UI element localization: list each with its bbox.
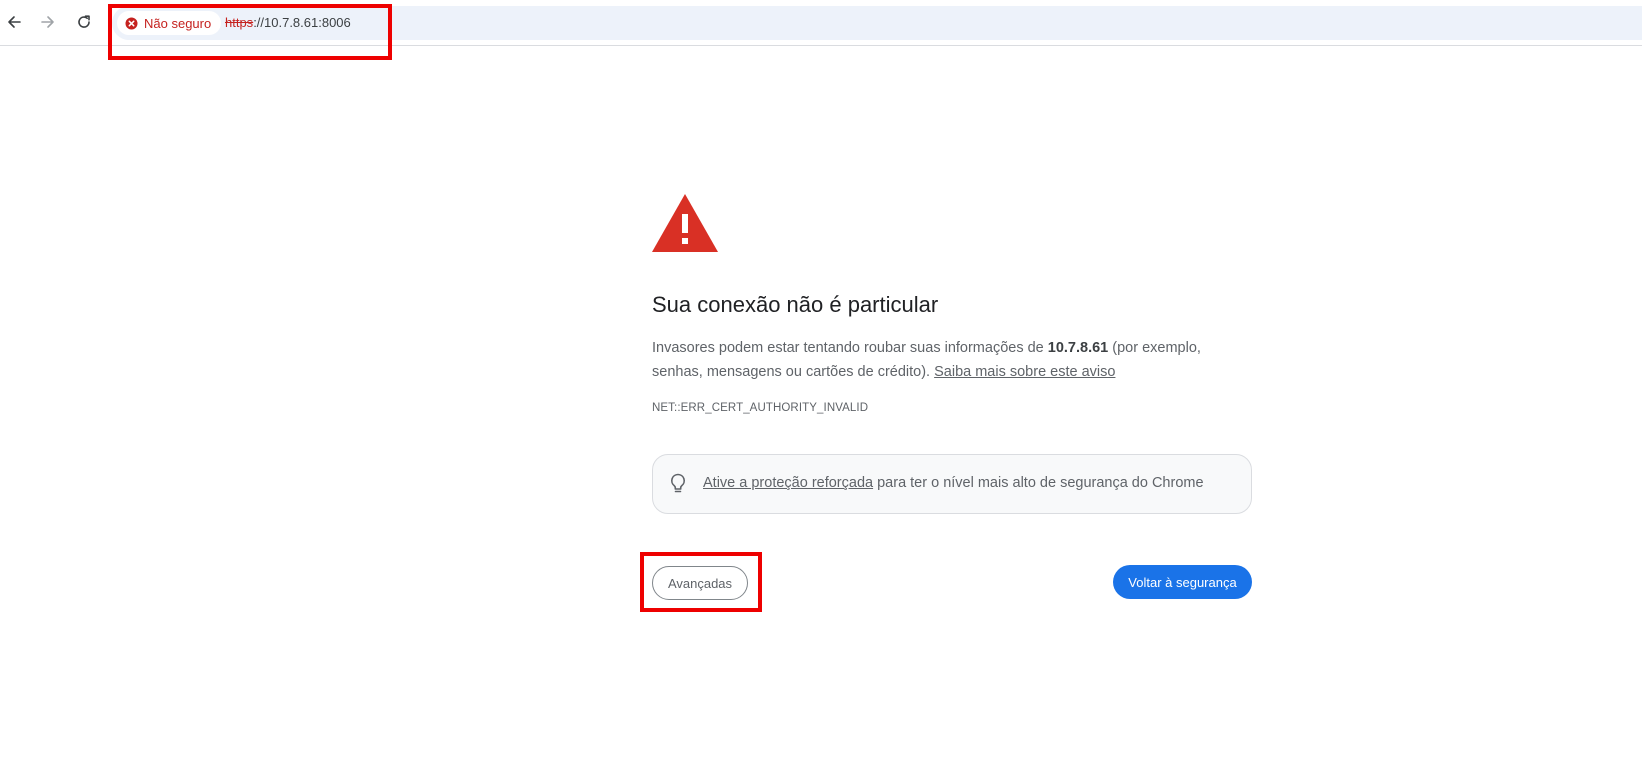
explanation-text-1: Invasores podem estar tentando roubar su…	[652, 340, 1048, 356]
reload-icon	[78, 15, 90, 28]
learn-more-link[interactable]: Saiba mais sobre este aviso	[934, 364, 1115, 380]
arrow-left-icon	[8, 16, 21, 28]
arrow-right-icon	[41, 16, 54, 28]
enhanced-protection-link[interactable]: Ative a proteção reforçada	[703, 475, 873, 491]
url-text[interactable]: https://10.7.8.61:8006	[225, 15, 351, 30]
back-button[interactable]	[0, 8, 28, 36]
enhanced-protection-text: Ative a proteção reforçada para ter o ní…	[703, 475, 1204, 491]
security-chip[interactable]: Não seguro	[117, 11, 222, 35]
enhanced-protection-box: Ative a proteção reforçada para ter o ní…	[652, 454, 1252, 514]
explanation-host: 10.7.8.61	[1047, 340, 1109, 356]
advanced-button[interactable]: Avançadas	[652, 566, 748, 600]
explanation-paragraph: Invasores podem estar tentando roubar su…	[652, 336, 1252, 384]
enhanced-protection-suffix: para ter o nível mais alto de segurança …	[873, 475, 1204, 491]
back-to-safety-button[interactable]: Voltar à segurança	[1113, 565, 1252, 599]
security-chip-label: Não seguro	[144, 15, 212, 31]
url-scheme: https	[225, 15, 254, 30]
reload-button[interactable]	[70, 8, 98, 36]
page-title: Sua conexão não é particular	[652, 292, 939, 317]
forward-button[interactable]	[34, 8, 62, 36]
address-bar[interactable]: Não seguro https://10.7.8.61:8006	[112, 6, 1642, 40]
error-circle-icon	[125, 17, 138, 29]
browser-toolbar: Não seguro https://10.7.8.61:8006	[0, 0, 1642, 46]
lightbulb-icon	[671, 473, 685, 493]
url-host: ://10.7.8.61:8006	[253, 15, 351, 30]
warning-triangle-icon	[652, 194, 718, 252]
error-code: NET::ERR_CERT_AUTHORITY_INVALID	[652, 402, 869, 414]
